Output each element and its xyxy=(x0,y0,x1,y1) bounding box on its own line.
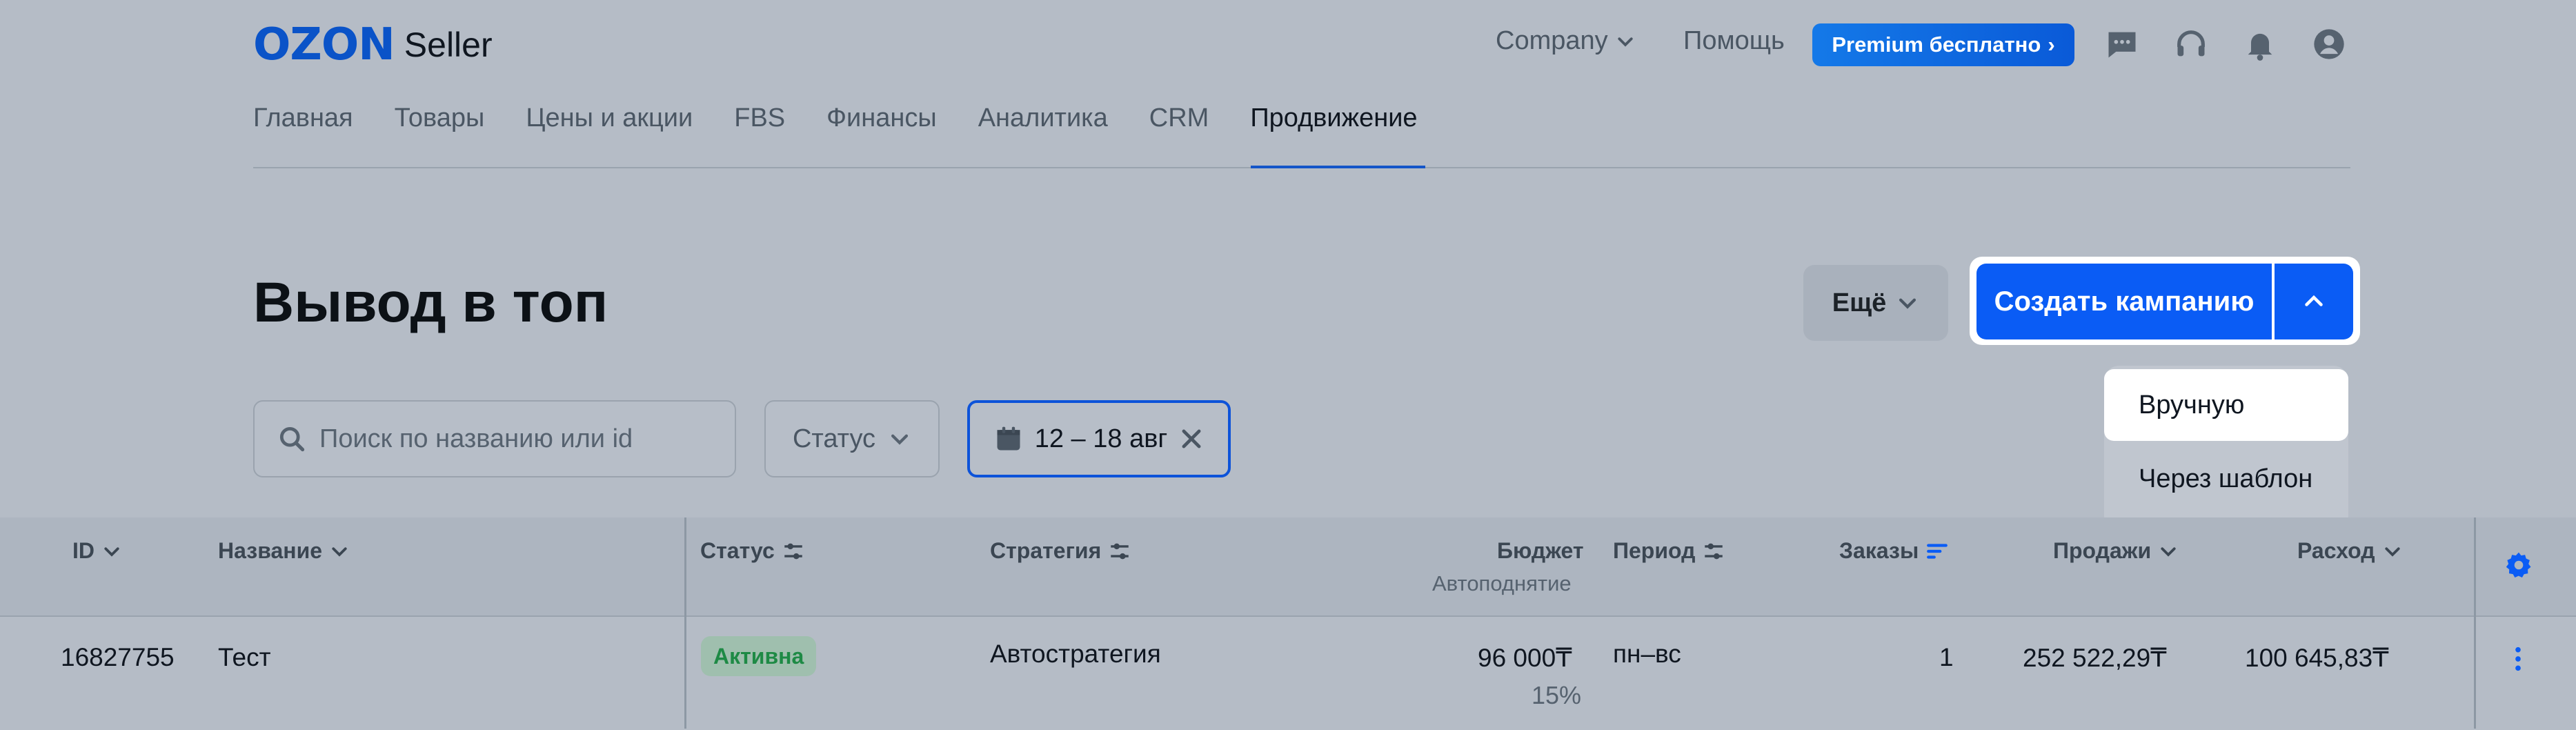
logo-ozon: OZON xyxy=(253,19,395,70)
column-header-name[interactable]: Название xyxy=(218,538,350,564)
column-divider xyxy=(684,517,686,729)
bell-icon[interactable] xyxy=(2242,26,2278,62)
tab-promotion[interactable]: Продвижение xyxy=(1250,103,1417,133)
date-filter[interactable]: 12 – 18 авг xyxy=(967,400,1231,477)
cell-period: пн–вс xyxy=(1613,640,1681,668)
menu-item-manual-label: Вручную xyxy=(2139,390,2245,420)
column-header-sales-label: Продажи xyxy=(2053,538,2152,563)
chevron-down-icon xyxy=(891,434,909,445)
tab-analytics[interactable]: Аналитика xyxy=(978,103,1108,133)
filter-sliders-icon xyxy=(1111,543,1129,559)
menu-item-manual[interactable]: Вручную xyxy=(2104,369,2348,441)
tab-fbs[interactable]: FBS xyxy=(734,103,785,133)
column-header-expense-label: Расход xyxy=(2297,538,2375,563)
tab-crm[interactable]: CRM xyxy=(1149,103,1209,133)
row-actions-kebab-icon[interactable] xyxy=(2511,645,2525,673)
table-settings-gear-icon[interactable] xyxy=(2504,551,2533,580)
search-input[interactable] xyxy=(318,423,735,455)
user-avatar-icon[interactable] xyxy=(2311,26,2347,62)
tab-prices[interactable]: Цены и акции xyxy=(526,103,693,133)
column-header-budget[interactable]: Бюджет xyxy=(1497,538,1584,564)
cell-id: 16827755 xyxy=(61,643,175,671)
cell-expense: 100 645,83₸ xyxy=(2245,644,2389,672)
cell-budget-autoraise: 15% xyxy=(1532,681,1582,709)
headset-icon[interactable] xyxy=(2173,26,2209,62)
column-divider xyxy=(2474,517,2476,729)
more-label: Ещё xyxy=(1832,288,1887,317)
cell-name[interactable]: Тест xyxy=(218,643,271,672)
tab-home[interactable]: Главная xyxy=(253,103,353,133)
chevron-down-icon xyxy=(2384,546,2400,557)
table-header xyxy=(0,517,2576,615)
chevron-down-icon xyxy=(332,546,347,557)
search-icon xyxy=(279,426,305,452)
column-header-orders[interactable]: Заказы xyxy=(1839,538,1949,564)
tab-finance[interactable]: Финансы xyxy=(826,103,937,133)
column-header-period[interactable]: Период xyxy=(1613,538,1725,564)
main-tabs: Главная Товары Цены и акции FBS Финансы … xyxy=(253,103,1459,133)
column-header-name-label: Название xyxy=(218,538,323,563)
column-header-expense[interactable]: Расход xyxy=(2297,538,2403,564)
column-header-strategy-label: Стратегия xyxy=(990,538,1102,563)
create-campaign-button[interactable]: Создать кампанию xyxy=(1976,264,2272,339)
help-link[interactable]: Помощь xyxy=(1683,26,1785,56)
chevron-right-icon: › xyxy=(2048,32,2055,57)
column-header-orders-label: Заказы xyxy=(1839,538,1919,563)
cell-orders: 1 xyxy=(1939,643,1954,671)
filter-sliders-icon xyxy=(784,543,802,559)
create-campaign-dropdown-toggle[interactable] xyxy=(2275,264,2353,339)
column-header-status-label: Статус xyxy=(700,538,775,563)
company-label: Company xyxy=(1496,26,1608,55)
calendar-icon xyxy=(997,426,1020,451)
premium-button[interactable]: Premium бесплатно › xyxy=(1812,23,2074,66)
cell-strategy: Автостратегия xyxy=(990,640,1161,668)
chevron-down-icon xyxy=(104,546,119,557)
status-badge: Активна xyxy=(701,636,817,676)
chevron-down-icon xyxy=(1899,298,1916,309)
column-header-strategy[interactable]: Стратегия xyxy=(990,538,1131,564)
close-icon[interactable] xyxy=(1178,426,1205,452)
cell-sales: 252 522,29₸ xyxy=(2023,644,2167,672)
page-title: Вывод в топ xyxy=(253,271,608,334)
company-menu[interactable]: Company xyxy=(1496,26,1636,56)
status-filter-label: Статус xyxy=(792,424,876,453)
active-tab-indicator xyxy=(1251,166,1425,168)
chat-icon[interactable] xyxy=(2104,26,2140,62)
split-button-divider xyxy=(2272,264,2275,339)
column-header-sales[interactable]: Продажи xyxy=(2053,538,2179,564)
menu-item-template[interactable]: Через шаблон xyxy=(2139,464,2312,494)
status-filter[interactable]: Статус xyxy=(764,400,940,477)
column-header-period-label: Период xyxy=(1613,538,1696,563)
tab-products[interactable]: Товары xyxy=(395,103,485,133)
premium-label: Premium бесплатно xyxy=(1832,32,2041,57)
cell-budget: 96 000₸ xyxy=(1478,644,1572,672)
table-row[interactable] xyxy=(0,615,2576,730)
chevron-down-icon xyxy=(1618,37,1633,47)
search-box xyxy=(253,400,736,477)
date-filter-label: 12 – 18 авг xyxy=(1034,424,1168,453)
column-header-budget-sub: Автоподнятие xyxy=(1432,571,1572,595)
column-header-id[interactable]: ID xyxy=(72,538,122,564)
column-header-id-label: ID xyxy=(72,538,95,563)
logo-seller: Seller xyxy=(404,26,493,64)
more-button[interactable]: Ещё xyxy=(1803,265,1948,341)
filter-sliders-icon xyxy=(1705,543,1723,559)
column-header-status[interactable]: Статус xyxy=(700,538,805,564)
chevron-up-icon xyxy=(2305,295,2323,306)
chevron-down-icon xyxy=(2161,546,2176,557)
sort-descending-icon xyxy=(1927,543,1948,559)
ozon-seller-logo[interactable]: OZON Seller xyxy=(253,19,493,70)
